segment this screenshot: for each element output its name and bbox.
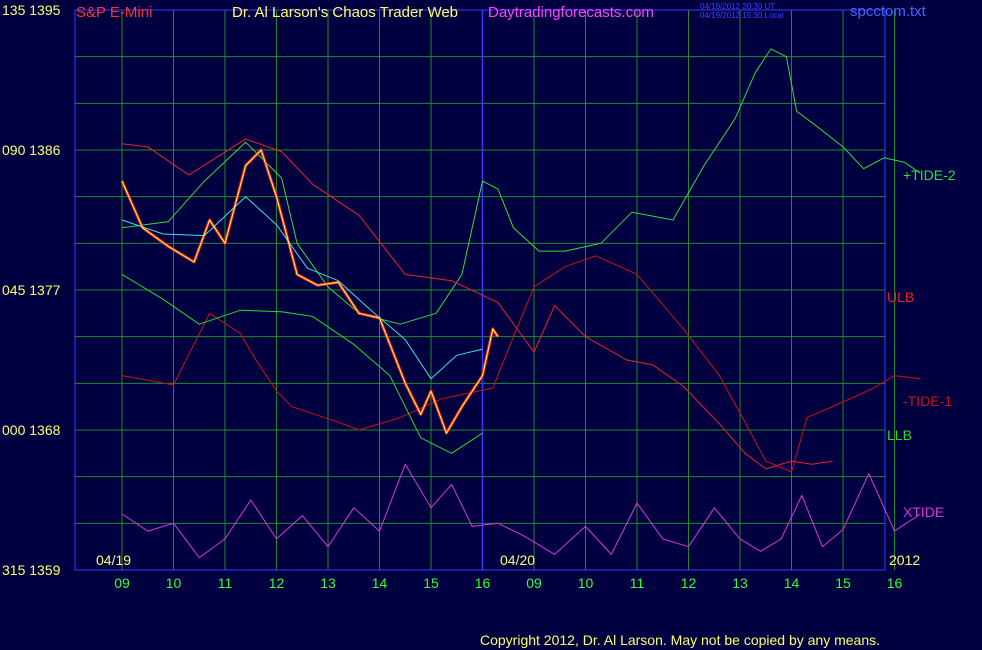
x-tick-label: 15 <box>835 575 851 591</box>
copyright-text: Copyright 2012, Dr. Al Larson. May not b… <box>480 632 880 648</box>
legend-tide2: +TIDE-2 <box>903 167 956 183</box>
x-tick-label: 16 <box>887 575 903 591</box>
x-tick-label: 09 <box>526 575 542 591</box>
instrument-label: S&P E-Mini <box>76 4 152 21</box>
grid <box>75 10 895 570</box>
x-tick-label: 10 <box>166 575 182 591</box>
year-label: 2012 <box>889 552 920 568</box>
date-label: 04/20 <box>500 552 535 568</box>
site-label: Daytradingforecasts.com <box>488 4 654 21</box>
legend-ulb: ULB <box>887 289 914 305</box>
date-label: 04/19 <box>96 552 131 568</box>
x-tick-label: 12 <box>269 575 285 591</box>
timestamp-local: 04/19/2012 15:30 Local <box>700 11 784 20</box>
legend-llb: LLB <box>887 427 912 443</box>
legend-xtide: XTIDE <box>903 504 944 520</box>
x-tick-label: 14 <box>784 575 800 591</box>
series-line-tide1 <box>121 255 921 473</box>
y-tick-label: 000 1368 <box>2 422 61 438</box>
x-tick-label: 10 <box>578 575 594 591</box>
x-tick-label: 16 <box>475 575 491 591</box>
average-line <box>121 196 483 380</box>
file-label: spcctom.txt <box>850 3 927 20</box>
price-average-line <box>121 149 499 434</box>
y-tick-label: 045 1377 <box>2 282 61 298</box>
series-line-tide2 <box>121 48 921 325</box>
chart-area: S&P E-Mini Dr. Al Larson's Chaos Trader W… <box>2 2 956 648</box>
y-tick-label: 315 1359 <box>2 562 61 578</box>
y-tick-label: 090 1386 <box>2 142 61 158</box>
x-tick-label: 12 <box>681 575 697 591</box>
x-tick-label: 13 <box>320 575 336 591</box>
series-line-llb <box>121 273 483 454</box>
series-line-xtide <box>121 463 921 559</box>
price-line <box>120 148 500 435</box>
legend-tide1: -TIDE-1 <box>903 393 952 409</box>
x-tick-label: 11 <box>218 575 233 591</box>
x-tick-label: 15 <box>423 575 439 591</box>
x-tick-label: 13 <box>732 575 748 591</box>
y-tick-label: 135 1395 <box>2 2 61 18</box>
x-tick-label: 11 <box>630 575 645 591</box>
series-line-ulb <box>121 138 833 470</box>
timestamp-ut: 04/19/2012 20:30 UT <box>700 2 775 11</box>
x-tick-label: 09 <box>114 575 130 591</box>
x-tick-label: 14 <box>372 575 388 591</box>
page-title: Dr. Al Larson's Chaos Trader Web <box>232 4 458 21</box>
